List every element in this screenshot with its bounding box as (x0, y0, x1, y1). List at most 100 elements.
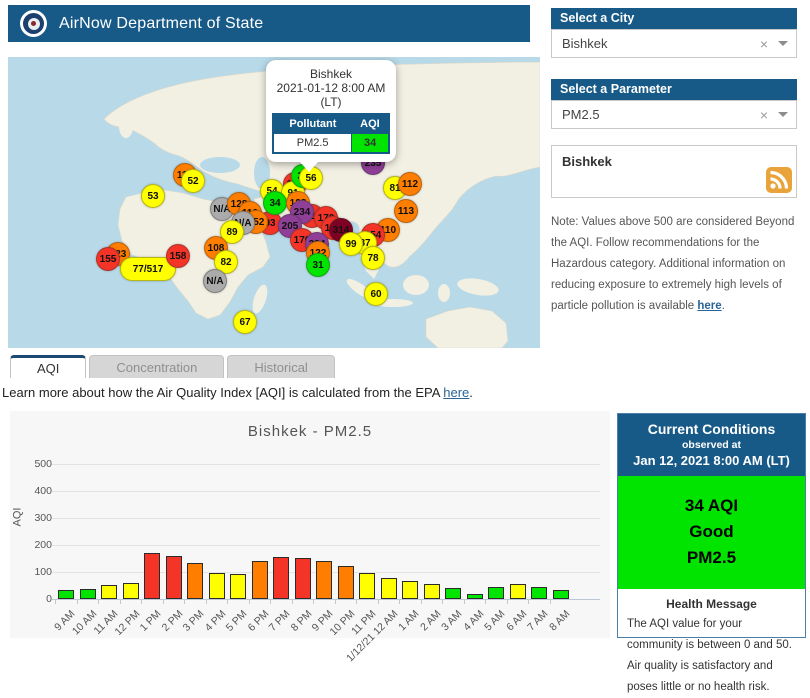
popup-city: Bishkek (309, 67, 353, 81)
city-select-value: Bishkek (562, 36, 608, 51)
aqi-bar[interactable] (552, 590, 569, 599)
y-axis-tick-label: 400 (34, 485, 52, 497)
aqi-category: Good (689, 522, 734, 541)
feed-title: Bishkek (562, 154, 612, 169)
app-header: AirNow Department of State (8, 5, 530, 42)
note-period: . (721, 300, 725, 312)
aqi-bar[interactable] (509, 584, 526, 599)
aqi-bar[interactable] (187, 563, 203, 599)
aqi-bar[interactable] (423, 584, 440, 599)
world-aqi-map[interactable]: 1175253N/A12811093152N/A8910882N/A123155… (8, 57, 540, 348)
current-conditions-header: Current Conditions observed at Jan 12, 2… (618, 414, 805, 476)
aqi-value-block: 34 AQI Good PM2.5 (618, 476, 805, 589)
learn-more-here-link[interactable]: here (443, 385, 469, 400)
x-axis-tick (356, 599, 357, 604)
select-parameter-header: Select a Parameter (551, 79, 797, 100)
aqi-marker[interactable]: 155 (96, 247, 120, 271)
aqi-bar-chart: Bishkek - PM2.5 AQI 500 400 300 200 100 0 9 AM… (10, 411, 610, 664)
aqi-bar[interactable] (380, 578, 397, 599)
aqi-bar[interactable] (466, 594, 483, 599)
aqi-bar[interactable] (101, 585, 117, 599)
x-axis-tick (162, 599, 164, 604)
popup-pollutant-value: PM2.5 (272, 133, 353, 154)
city-select[interactable]: Bishkek × (551, 29, 797, 58)
tab-aqi[interactable]: AQI (10, 355, 87, 378)
x-axis-tick (141, 599, 142, 604)
aqi-bar[interactable] (251, 561, 268, 599)
beyond-aqi-note: Note: Values above 500 are considered Be… (551, 212, 797, 317)
x-axis-tick (528, 599, 529, 604)
aqi-bar[interactable] (165, 556, 182, 599)
sidebar: Select a City Bishkek × Select a Paramet… (551, 8, 797, 317)
aqi-marker[interactable]: 52 (181, 169, 205, 193)
x-axis-tick (420, 599, 422, 604)
x-axis-tick (270, 599, 271, 604)
aqi-marker[interactable]: 158 (166, 244, 190, 268)
city-clear-icon[interactable]: × (760, 36, 768, 52)
y-axis-tick-label: 0 (46, 593, 52, 605)
popup-datetime: 2021-01-12 8:00 AM (276, 81, 386, 95)
aqi-marker[interactable]: 78 (361, 246, 385, 270)
chart-title: Bishkek - PM2.5 (247, 423, 373, 440)
chart-gridline (52, 545, 600, 546)
tab-historical[interactable]: Historical (227, 355, 335, 378)
aqi-value: 34 AQI (684, 496, 739, 515)
aqi-marker[interactable]: 53 (141, 184, 165, 208)
x-axis-tick (205, 599, 207, 604)
parameter-caret-icon[interactable] (778, 112, 788, 117)
city-caret-icon[interactable] (778, 41, 788, 46)
aqi-bar[interactable] (337, 566, 354, 599)
chart-gridline (52, 518, 600, 519)
tab-concentration[interactable]: Concentration (89, 355, 225, 378)
map-popup: Bishkek 2021-01-12 8:00 AM (LT) Pollutan… (266, 60, 396, 172)
aqi-bar[interactable] (230, 574, 246, 599)
aqi-bar[interactable] (144, 553, 160, 599)
rss-icon[interactable] (766, 167, 792, 193)
aqi-bar[interactable] (79, 589, 96, 599)
aqi-bar[interactable] (316, 561, 332, 599)
x-axis-tick (184, 599, 185, 604)
popup-col-aqi: AQI (351, 114, 389, 134)
aqi-bar[interactable] (208, 573, 225, 599)
aqi-marker[interactable]: 112 (398, 172, 422, 196)
aqi-bar[interactable] (58, 590, 74, 599)
airnow-page: { "header": { "title": "AirNow Departmen… (0, 0, 810, 693)
chart-gridline (52, 491, 600, 492)
note-here-link[interactable]: here (697, 300, 721, 312)
aqi-marker[interactable]: 113 (394, 199, 418, 223)
aqi-bar[interactable] (359, 573, 375, 599)
x-axis-tick (399, 599, 400, 604)
chart-gridline (52, 464, 600, 465)
x-axis-tick (485, 599, 486, 604)
aqi-marker[interactable]: 99 (339, 232, 363, 256)
learn-more-text: Learn more about how the Air Quality Ind… (2, 385, 444, 400)
popup-lt: (LT) (320, 95, 342, 109)
x-axis-tick (55, 599, 56, 604)
health-message-text: The AQI value for your community is betw… (627, 618, 792, 693)
current-conditions-panel: Current Conditions observed at Jan 12, 2… (617, 413, 806, 693)
y-axis-tick-label: 300 (34, 512, 52, 524)
popup-table: Pollutant AQI PM2.5 34 (272, 113, 390, 154)
y-axis-tick-label: 200 (34, 539, 52, 551)
aqi-bar[interactable] (122, 583, 139, 599)
aqi-marker[interactable]: 31 (306, 253, 330, 277)
aqi-bar[interactable] (294, 558, 311, 599)
aqi-bar[interactable] (488, 587, 504, 599)
parameter-clear-icon[interactable]: × (760, 107, 768, 123)
x-axis-tick (377, 599, 379, 604)
aqi-bar[interactable] (531, 587, 547, 599)
aqi-bar[interactable] (445, 588, 461, 599)
aqi-pollutant: PM2.5 (686, 548, 737, 567)
aqi-marker[interactable]: 34 (263, 191, 287, 215)
aqi-marker[interactable]: N/A (203, 269, 227, 293)
x-axis-tick (76, 599, 78, 604)
x-axis-tick (463, 599, 465, 604)
aqi-bar[interactable] (402, 581, 418, 599)
x-axis-tick (549, 599, 551, 604)
aqi-bar[interactable] (273, 557, 289, 599)
learn-more-period: . (469, 385, 473, 400)
x-axis-tick (248, 599, 250, 604)
aqi-marker[interactable]: 67 (233, 310, 257, 334)
parameter-select[interactable]: PM2.5 × (551, 100, 797, 129)
aqi-marker[interactable]: 60 (364, 282, 388, 306)
